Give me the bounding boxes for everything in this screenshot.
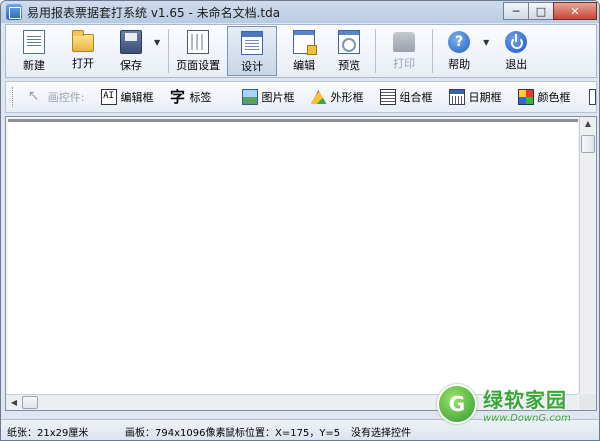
help-icon: ? [448,31,471,53]
image-tool[interactable]: 图片框 [236,84,301,110]
page-setup-icon [187,30,210,54]
window-title: 易用报表票据套打系统 v1.65 - 未命名文档.tda [27,5,281,20]
toolbar-separator [432,29,434,73]
printer-icon [393,32,416,52]
status-mouse-position: 鼠标位置：X=175，Y=5 [225,427,341,439]
close-button[interactable]: ✕ [553,2,597,20]
preview-button[interactable]: 预览 [327,26,371,76]
design-icon [241,31,264,55]
toolbar-separator [375,29,377,73]
label-tool[interactable]: 字 标签 [164,84,218,110]
date-tool[interactable]: 日期框 [443,84,508,110]
main-toolbar: 新建 打开 保存 ▼ 页面设置 设计 编辑 预览 打印 ? 帮助 ▼ 退出 [5,24,597,78]
textbox-tool[interactable]: AI 编辑框 [95,84,160,110]
app-icon [6,4,22,20]
power-icon [505,31,528,53]
title-bar[interactable]: 易用报表票据套打系统 v1.65 - 未命名文档.tda ─ □ ✕ [1,1,599,23]
vertical-scrollbar[interactable]: ▲ [579,117,596,394]
new-document-icon [23,30,45,54]
group-tool[interactable]: 组合框 [374,84,439,110]
image-icon [241,89,258,105]
preview-icon [338,30,361,54]
page-setup-button[interactable]: 页面设置 [173,26,223,76]
save-button[interactable]: 保存 [110,26,152,76]
edit-button[interactable]: 编辑 [281,26,327,76]
status-canvas-size: 画板：794x1096像素 [125,427,226,439]
help-button[interactable]: ? 帮助 [437,26,481,76]
scroll-left-arrow[interactable]: ◀ [8,396,20,409]
more-controls-icon[interactable] [588,89,596,105]
design-canvas-frame: ▲ ◀ [5,116,597,411]
help-dropdown-arrow[interactable]: ▼ [483,38,489,47]
window-controls: ─ □ ✕ [503,2,597,20]
maximize-button[interactable]: □ [528,2,554,20]
design-canvas[interactable] [8,119,578,395]
exit-button[interactable]: 退出 [493,26,539,76]
design-button[interactable]: 设计 [227,26,278,76]
group-box-icon [379,89,396,105]
vertical-scroll-thumb[interactable] [581,135,595,153]
status-bar: 纸张：21x29厘米 画板：794x1096像素 鼠标位置：X=175，Y=5 … [1,419,599,440]
horizontal-scrollbar[interactable]: ◀ [6,394,578,410]
folder-icon [72,30,94,52]
print-button[interactable]: 打印 [380,26,428,76]
open-button[interactable]: 打开 [56,26,110,76]
scroll-corner [579,394,596,410]
toolbar-grip[interactable] [12,87,14,107]
app-window: 易用报表票据套打系统 v1.65 - 未命名文档.tda ─ □ ✕ 新建 打开… [0,0,600,441]
minimize-button[interactable]: ─ [503,2,529,20]
control-toolbar: 画控件: AI 编辑框 字 标签 图片框 外形框 组合框 日期框 颜色框 [5,81,597,113]
status-paper-size: 纸张：21x29厘米 [7,427,89,439]
pointer-tool[interactable]: 画控件: [22,84,91,110]
new-button[interactable]: 新建 [12,26,56,76]
pointer-icon [28,88,44,105]
toolbar-separator [168,29,170,73]
shape-tool[interactable]: 外形框 [305,84,370,110]
save-dropdown-arrow[interactable]: ▼ [154,38,160,47]
color-palette-icon [517,89,534,105]
shape-icon [310,90,327,104]
color-tool[interactable]: 颜色框 [512,84,577,110]
scroll-up-arrow[interactable]: ▲ [581,117,595,131]
label-icon: 字 [169,88,185,106]
edit-icon [293,30,318,55]
save-icon [120,30,142,54]
textbox-icon: AI [100,89,117,105]
horizontal-scroll-thumb[interactable] [22,396,38,409]
status-selection: 没有选择控件 [351,427,411,439]
calendar-icon [448,89,465,105]
